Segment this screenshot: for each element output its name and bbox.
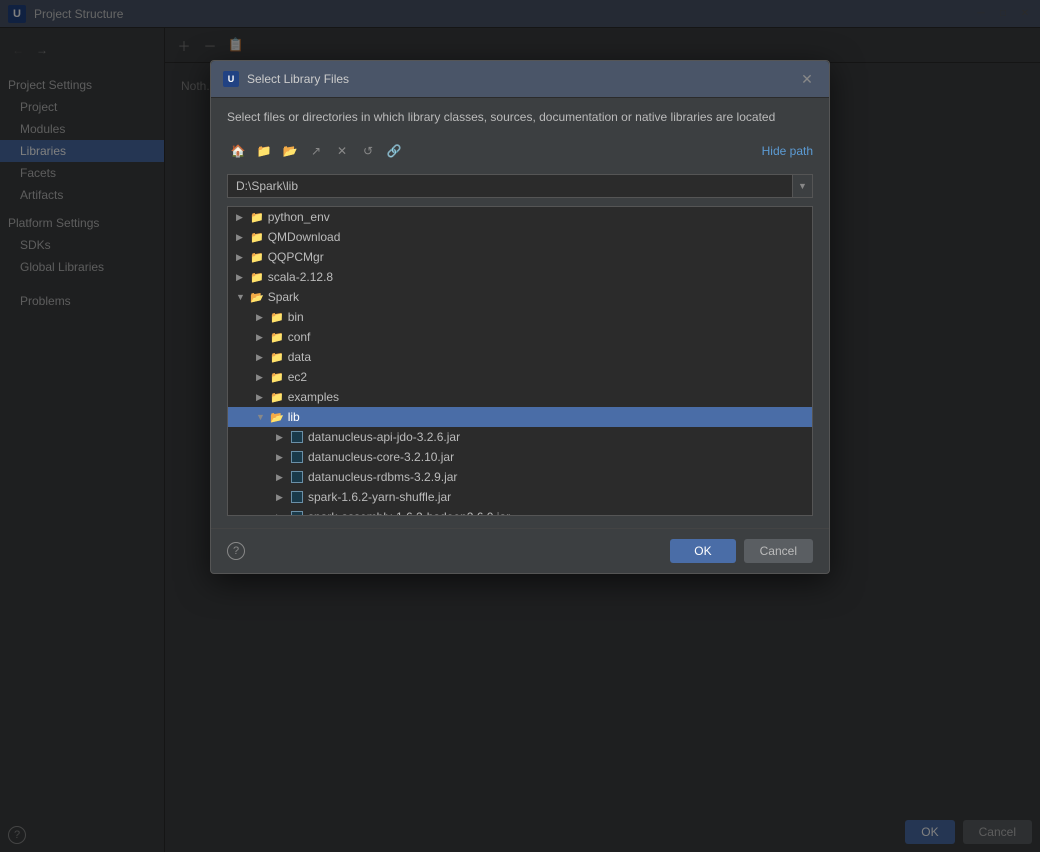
chevron-icon: ▶ — [236, 272, 250, 283]
jar-icon — [290, 470, 304, 484]
tree-item-qmdownload[interactable]: ▶ 📁 QMDownload — [228, 227, 812, 247]
dialog-body: Select files or directories in which lib… — [211, 98, 829, 528]
go-home-button[interactable]: 🏠 — [227, 140, 249, 162]
tree-item-label: data — [288, 350, 311, 364]
folder-icon: 📁 — [270, 391, 284, 404]
file-toolbar: 🏠 📁 📂 ↗ ✕ ↺ 🔗 Hide path — [227, 136, 813, 166]
dialog-footer: ? OK Cancel — [211, 528, 829, 573]
path-input[interactable] — [227, 174, 793, 198]
jar-icon — [290, 450, 304, 464]
tree-item-label: datanucleus-api-jdo-3.2.6.jar — [308, 430, 460, 444]
folder-icon: 📁 — [250, 271, 264, 284]
folder-icon: 📁 — [270, 371, 284, 384]
folder-icon: 📁 — [250, 231, 264, 244]
refresh-button[interactable]: ↺ — [357, 140, 379, 162]
dialog-ok-button[interactable]: OK — [670, 539, 735, 563]
tree-item-label: datanucleus-core-3.2.10.jar — [308, 450, 454, 464]
dialog-cancel-button[interactable]: Cancel — [744, 539, 813, 563]
folder-icon: 📂 — [250, 291, 264, 304]
chevron-icon: ▶ — [236, 212, 250, 223]
chevron-icon: ▼ — [236, 292, 250, 302]
dialog-title-content: U Select Library Files — [223, 71, 349, 87]
chevron-icon: ▶ — [276, 452, 290, 463]
jar-icon — [290, 490, 304, 504]
chevron-icon: ▶ — [236, 252, 250, 263]
chevron-icon: ▼ — [256, 412, 270, 422]
tree-item-datanucleus-rdbms[interactable]: ▶ datanucleus-rdbms-3.2.9.jar — [228, 467, 812, 487]
tree-item-label: QMDownload — [268, 230, 341, 244]
select-library-dialog: U Select Library Files ✕ Select files or… — [210, 60, 830, 574]
tree-item-scala[interactable]: ▶ 📁 scala-2.12.8 — [228, 267, 812, 287]
tree-item-spark-assembly[interactable]: ▶ spark-assembly-1.6.2-hadoop2.6.0.jar — [228, 507, 812, 516]
tree-item-label: QQPCMgr — [268, 250, 324, 264]
tree-item-label: bin — [288, 310, 304, 324]
tree-item-data[interactable]: ▶ 📁 data — [228, 347, 812, 367]
link-button[interactable]: 🔗 — [383, 140, 405, 162]
create-folder-button[interactable]: 📁 — [253, 140, 275, 162]
tree-item-spark-yarn[interactable]: ▶ spark-1.6.2-yarn-shuffle.jar — [228, 487, 812, 507]
chevron-icon: ▶ — [256, 372, 270, 383]
modal-overlay: U Select Library Files ✕ Select files or… — [0, 0, 1040, 852]
tree-item-label: conf — [288, 330, 311, 344]
tree-item-label: datanucleus-rdbms-3.2.9.jar — [308, 470, 457, 484]
tree-item-examples[interactable]: ▶ 📁 examples — [228, 387, 812, 407]
tree-item-datanucleus-core[interactable]: ▶ datanucleus-core-3.2.10.jar — [228, 447, 812, 467]
jar-icon — [290, 510, 304, 516]
dialog-description: Select files or directories in which lib… — [227, 110, 813, 124]
tree-item-conf[interactable]: ▶ 📁 conf — [228, 327, 812, 347]
folder-icon: 📂 — [270, 411, 284, 424]
dialog-logo: U — [223, 71, 239, 87]
dialog-footer-buttons: OK Cancel — [670, 539, 813, 563]
folder-icon: 📁 — [270, 311, 284, 324]
tree-item-label: scala-2.12.8 — [268, 270, 333, 284]
folder-up-button[interactable]: 📂 — [279, 140, 301, 162]
hide-path-button[interactable]: Hide path — [762, 144, 813, 158]
path-dropdown-button[interactable]: ▼ — [793, 174, 813, 198]
move-button[interactable]: ↗ — [305, 140, 327, 162]
chevron-icon: ▶ — [276, 512, 290, 517]
dialog-close-button[interactable]: ✕ — [797, 69, 817, 89]
tree-item-label: spark-assembly-1.6.2-hadoop2.6.0.jar — [308, 510, 510, 516]
dialog-titlebar: U Select Library Files ✕ — [211, 61, 829, 98]
folder-icon: 📁 — [250, 211, 264, 224]
chevron-icon: ▶ — [256, 392, 270, 403]
folder-icon: 📁 — [250, 251, 264, 264]
file-toolbar-left: 🏠 📁 📂 ↗ ✕ ↺ 🔗 — [227, 140, 405, 162]
tree-item-ec2[interactable]: ▶ 📁 ec2 — [228, 367, 812, 387]
tree-item-label: ec2 — [288, 370, 307, 384]
file-tree[interactable]: ▶ 📁 python_env ▶ 📁 QMDownload ▶ 📁 QQPCMg… — [227, 206, 813, 516]
tree-item-label: python_env — [268, 210, 330, 224]
tree-item-qqpcmgr[interactable]: ▶ 📁 QQPCMgr — [228, 247, 812, 267]
tree-item-label: spark-1.6.2-yarn-shuffle.jar — [308, 490, 451, 504]
path-bar: ▼ — [227, 174, 813, 198]
tree-item-lib[interactable]: ▼ 📂 lib — [228, 407, 812, 427]
chevron-icon: ▶ — [256, 332, 270, 343]
tree-item-label: examples — [288, 390, 339, 404]
tree-item-bin[interactable]: ▶ 📁 bin — [228, 307, 812, 327]
chevron-icon: ▶ — [236, 232, 250, 243]
tree-item-label: Spark — [268, 290, 299, 304]
chevron-icon: ▶ — [276, 472, 290, 483]
tree-item-datanucleus-api[interactable]: ▶ datanucleus-api-jdo-3.2.6.jar — [228, 427, 812, 447]
chevron-icon: ▶ — [276, 492, 290, 503]
jar-icon — [290, 430, 304, 444]
tree-item-label: lib — [288, 410, 300, 424]
dialog-help-button[interactable]: ? — [227, 542, 245, 560]
delete-button[interactable]: ✕ — [331, 140, 353, 162]
folder-icon: 📁 — [270, 331, 284, 344]
chevron-icon: ▶ — [256, 312, 270, 323]
chevron-icon: ▶ — [276, 432, 290, 443]
chevron-icon: ▶ — [256, 352, 270, 363]
tree-item-python-env[interactable]: ▶ 📁 python_env — [228, 207, 812, 227]
folder-icon: 📁 — [270, 351, 284, 364]
dialog-title-text: Select Library Files — [247, 72, 349, 86]
tree-item-spark[interactable]: ▼ 📂 Spark — [228, 287, 812, 307]
